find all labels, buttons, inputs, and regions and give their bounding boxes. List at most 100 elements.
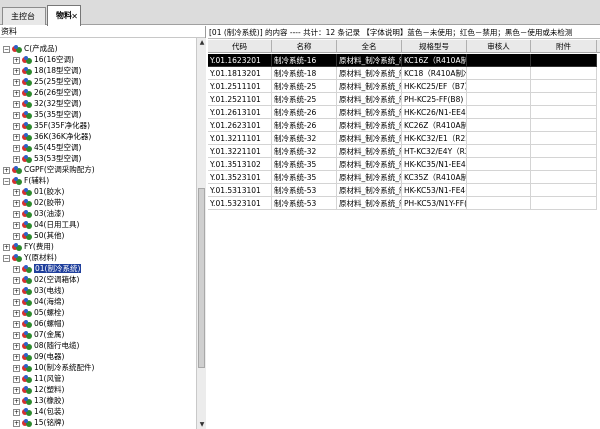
expand-toggle-icon[interactable]: −: [3, 45, 10, 53]
expand-toggle-icon[interactable]: +: [13, 232, 20, 240]
expand-toggle-icon[interactable]: −: [3, 254, 10, 262]
tree-node[interactable]: +26(26型空调): [13, 87, 81, 98]
table-row[interactable]: Y.01.5323101 制冷系统-53 原材料_制冷系统_制 PH-KC53/N1Y…: [208, 197, 600, 210]
tree-node[interactable]: − F(辅料): [3, 175, 49, 186]
tree-node[interactable]: +18(18型空调): [13, 65, 81, 76]
tree-node[interactable]: +53(53型空调): [13, 153, 81, 164]
tree-node[interactable]: +05(螺栓): [13, 307, 64, 318]
table-cell: [467, 171, 531, 184]
tree-node[interactable]: +01(制冷系统): [13, 263, 82, 274]
expand-toggle-icon[interactable]: +: [13, 78, 20, 86]
tree-node[interactable]: +04(海绵): [13, 296, 64, 307]
tree-node[interactable]: +02(空调箱体): [13, 274, 79, 285]
table-cell: Y.01.3211101: [208, 132, 272, 145]
table-row[interactable]: Y.01.1623201 制冷系统-16 原材料_制冷系统_制 KC16Z（R410A…: [208, 54, 600, 67]
expand-toggle-icon[interactable]: +: [13, 144, 20, 152]
table-row[interactable]: Y.01.1813201 制冷系统-18 原材料_制冷系统_制 KC18（R410A制…: [208, 67, 600, 80]
column-header-name[interactable]: 名称: [272, 40, 337, 53]
expand-toggle-icon[interactable]: +: [13, 331, 20, 339]
expand-toggle-icon[interactable]: +: [13, 397, 20, 405]
expand-toggle-icon[interactable]: +: [13, 364, 20, 372]
category-node-icon: [22, 265, 32, 273]
tree-node[interactable]: +35F(35F净化器): [13, 120, 90, 131]
tree-node[interactable]: +16(16空调): [13, 54, 74, 65]
tree-scrollbar[interactable]: ▲ ▼: [196, 38, 206, 429]
tree-node[interactable]: +01(胶水): [13, 186, 64, 197]
scroll-up-icon[interactable]: ▲: [198, 38, 206, 47]
tree-node[interactable]: +36K(36K净化器): [13, 131, 91, 142]
table-row[interactable]: Y.01.3221101 制冷系统-32 原材料_制冷系统_制 HT-KC32/E4Y…: [208, 145, 600, 158]
expand-toggle-icon[interactable]: +: [3, 243, 10, 251]
table-row[interactable]: Y.01.3513102 制冷系统-35 原材料_制冷系统_制 HK-KC35/N1-…: [208, 158, 600, 171]
tree-node[interactable]: − Y(原材料): [3, 252, 57, 263]
tab-main-console[interactable]: 主控台: [2, 7, 46, 25]
expand-toggle-icon[interactable]: +: [13, 111, 20, 119]
column-header-code[interactable]: 代码: [208, 40, 272, 53]
column-header-fullname[interactable]: 全名: [337, 40, 402, 53]
tree-node[interactable]: +50(其他): [13, 230, 64, 241]
expand-toggle-icon[interactable]: −: [3, 177, 10, 185]
tree-node[interactable]: +32(32型空调): [13, 98, 81, 109]
expand-toggle-icon[interactable]: +: [13, 375, 20, 383]
table-row[interactable]: Y.01.5313101 制冷系统-53 原材料_制冷系统_制 HK-KC53/N1-…: [208, 184, 600, 197]
expand-toggle-icon[interactable]: +: [13, 342, 20, 350]
table-row[interactable]: Y.01.2511101 制冷系统-25 原材料_制冷系统_制 HK-KC25/EF（…: [208, 80, 600, 93]
tree-node[interactable]: +14(包装): [13, 406, 64, 417]
tree-node-label: 08(随行电缆): [34, 341, 80, 350]
tree-node[interactable]: +11(风管): [13, 373, 64, 384]
expand-toggle-icon[interactable]: +: [13, 188, 20, 196]
expand-toggle-icon[interactable]: +: [13, 276, 20, 284]
table-cell: [467, 54, 531, 67]
expand-toggle-icon[interactable]: +: [13, 210, 20, 218]
tab-material[interactable]: 物料 ✕: [47, 5, 81, 26]
tree-node[interactable]: − C(产成品): [3, 43, 58, 54]
expand-toggle-icon[interactable]: +: [13, 221, 20, 229]
expand-toggle-icon[interactable]: +: [13, 155, 20, 163]
expand-toggle-icon[interactable]: +: [13, 89, 20, 97]
table-row[interactable]: Y.01.2521101 制冷系统-25 原材料_制冷系统_制 PH-KC25-FF(…: [208, 93, 600, 106]
scroll-thumb[interactable]: [198, 188, 205, 368]
tree-node[interactable]: + CGPF(空调采购配方): [3, 164, 95, 175]
expand-toggle-icon[interactable]: +: [13, 309, 20, 317]
expand-toggle-icon[interactable]: +: [13, 265, 20, 273]
tree-node[interactable]: +08(随行电缆): [13, 340, 79, 351]
tree-node[interactable]: +09(电器): [13, 351, 64, 362]
table-row[interactable]: Y.01.2613101 制冷系统-26 原材料_制冷系统_制 HK-KC26/N1-…: [208, 106, 600, 119]
column-header-spec[interactable]: 规格型号: [402, 40, 467, 53]
expand-toggle-icon[interactable]: +: [13, 100, 20, 108]
table-row[interactable]: Y.01.2623101 制冷系统-26 原材料_制冷系统_制 KC26Z（R410A…: [208, 119, 600, 132]
tree-node[interactable]: +12(塑料): [13, 384, 64, 395]
expand-toggle-icon[interactable]: +: [13, 199, 20, 207]
tree-node[interactable]: +15(铭牌): [13, 417, 64, 428]
column-header-attachment[interactable]: 附件: [531, 40, 597, 53]
expand-toggle-icon[interactable]: +: [13, 419, 20, 427]
close-icon[interactable]: ✕: [71, 7, 78, 27]
tree-node[interactable]: +06(螺帽): [13, 318, 64, 329]
expand-toggle-icon[interactable]: +: [13, 298, 20, 306]
tree-node[interactable]: +10(制冷系统配件): [13, 362, 94, 373]
expand-toggle-icon[interactable]: +: [13, 353, 20, 361]
tree-node[interactable]: + FY(费用): [3, 241, 54, 252]
tree-node[interactable]: +03(油漆): [13, 208, 64, 219]
scroll-down-icon[interactable]: ▼: [198, 420, 206, 429]
tree-node[interactable]: +45(45型空调): [13, 142, 81, 153]
expand-toggle-icon[interactable]: +: [13, 122, 20, 130]
expand-toggle-icon[interactable]: +: [13, 133, 20, 141]
table-row[interactable]: Y.01.3211101 制冷系统-32 原材料_制冷系统_制 HK-KC32/E1（…: [208, 132, 600, 145]
table-row[interactable]: Y.01.3523101 制冷系统-35 原材料_制冷系统_制 KC35Z（R410A…: [208, 171, 600, 184]
expand-toggle-icon[interactable]: +: [13, 287, 20, 295]
column-header-reviewer[interactable]: 审核人: [467, 40, 531, 53]
expand-toggle-icon[interactable]: +: [13, 320, 20, 328]
tree-node[interactable]: +25(25型空调): [13, 76, 81, 87]
expand-toggle-icon[interactable]: +: [13, 56, 20, 64]
expand-toggle-icon[interactable]: +: [3, 166, 10, 174]
tree-node[interactable]: +02(胶带): [13, 197, 64, 208]
tree-node[interactable]: +07(金属): [13, 329, 64, 340]
tree-node[interactable]: +04(日用工具): [13, 219, 79, 230]
expand-toggle-icon[interactable]: +: [13, 386, 20, 394]
tree-node[interactable]: +03(电线): [13, 285, 64, 296]
expand-toggle-icon[interactable]: +: [13, 67, 20, 75]
tree-node[interactable]: +35(35型空调): [13, 109, 81, 120]
expand-toggle-icon[interactable]: +: [13, 408, 20, 416]
tree-node[interactable]: +13(橡胶): [13, 395, 64, 406]
